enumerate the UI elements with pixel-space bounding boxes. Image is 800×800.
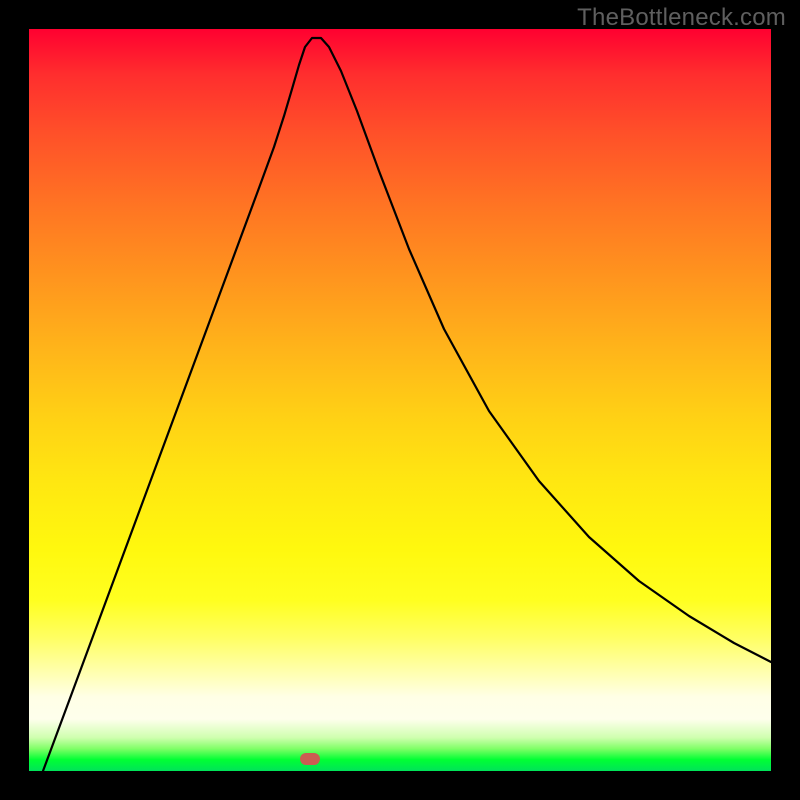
bottleneck-curve bbox=[29, 29, 771, 771]
chart-frame: TheBottleneck.com bbox=[0, 0, 800, 800]
plot-area bbox=[29, 29, 771, 771]
watermark-text: TheBottleneck.com bbox=[577, 4, 786, 32]
optimal-point-marker bbox=[300, 753, 320, 765]
